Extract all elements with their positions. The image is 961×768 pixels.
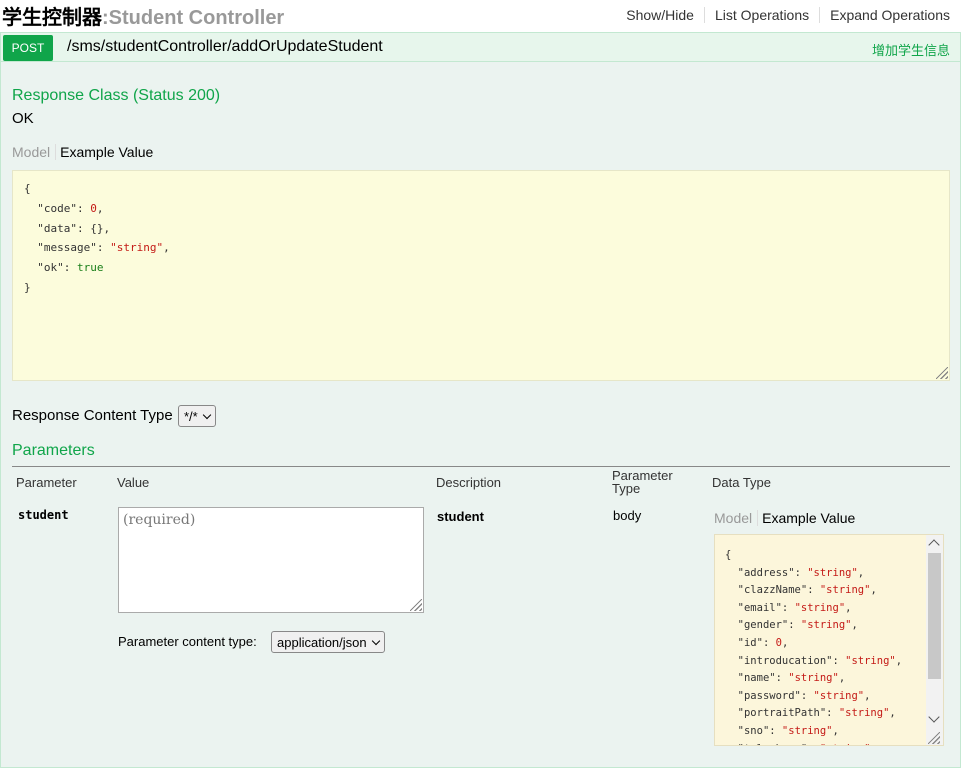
json-key: "introducation" xyxy=(737,654,833,667)
json-line: "name": "string", xyxy=(737,672,846,685)
column-header-description: Description xyxy=(436,475,502,490)
show-hide-link[interactable]: Show/Hide xyxy=(616,7,704,23)
response-model-tabs: Model Example Value xyxy=(12,144,153,160)
json-line: "password": "string", xyxy=(737,689,871,702)
json-value: "string" xyxy=(110,241,164,255)
json-value: "string" xyxy=(788,672,839,685)
column-header-parameter-type: Parameter Type xyxy=(612,469,673,495)
json-line: "sno": "string", xyxy=(737,724,839,737)
response-example-box[interactable]: { "code": 0, "data": {}, "message": "str… xyxy=(12,170,950,381)
json-key: "id" xyxy=(737,636,763,649)
column-header-parameter: Parameter xyxy=(16,475,77,490)
parameter-content-type-select[interactable]: application/json xyxy=(271,631,385,653)
json-line: "address": "string", xyxy=(737,566,865,579)
chevron-down-icon xyxy=(371,636,380,645)
operation-summary[interactable]: 增加学生信息 xyxy=(872,40,950,59)
json-key: "sno" xyxy=(737,724,770,737)
parameter-example-code: { "address": "string", "clazzName": "str… xyxy=(725,547,903,745)
json-value: 0 xyxy=(775,636,782,649)
operation-heading[interactable]: POST /sms/studentController/addOrUpdateS… xyxy=(1,33,960,62)
json-key: "code" xyxy=(37,201,77,215)
parameter-content-type-label: Parameter content type: xyxy=(118,634,257,649)
parameter-example-box[interactable]: { "address": "string", "clazzName": "str… xyxy=(714,534,944,746)
json-value: true xyxy=(77,261,104,275)
resource-header: 学生控制器:Student Controller Show/Hide List … xyxy=(0,0,961,32)
json-line: "clazzName": "string", xyxy=(737,584,877,597)
list-operations-link[interactable]: List Operations xyxy=(703,7,819,23)
parameter-content-type-value: application/json xyxy=(277,634,367,650)
resource-title-cn[interactable]: 学生控制器 xyxy=(2,7,102,29)
json-line: "gender": "string", xyxy=(737,619,858,632)
parameter-name: student xyxy=(18,508,69,522)
json-line: "email": "string", xyxy=(737,601,852,614)
json-line: "data": {}, xyxy=(37,221,111,235)
json-value: "string" xyxy=(800,619,852,632)
json-value: 0 xyxy=(90,201,97,215)
chevron-down-icon xyxy=(202,410,211,419)
resize-handle-icon[interactable] xyxy=(410,599,422,611)
json-value: {} xyxy=(90,221,104,235)
operation-path[interactable]: /sms/studentController/addOrUpdateStuden… xyxy=(67,38,383,56)
json-key: "password" xyxy=(737,689,801,702)
json-key: "name" xyxy=(737,672,776,685)
json-line: "code": 0, xyxy=(37,201,104,215)
json-key: "message" xyxy=(37,241,97,255)
response-class-heading: Response Class (Status 200) xyxy=(12,87,221,104)
column-header-parameter-type-line2: Type xyxy=(612,481,641,496)
json-value: "string" xyxy=(813,689,865,702)
parameter-description: student xyxy=(437,509,484,524)
json-value: "string" xyxy=(838,707,890,720)
json-line: "introducation": "string", xyxy=(737,654,903,667)
json-line: "message": "string", xyxy=(37,241,170,255)
parameters-heading: Parameters xyxy=(12,442,95,459)
http-method-badge[interactable]: POST xyxy=(3,35,53,61)
resize-handle-icon[interactable] xyxy=(928,732,940,744)
json-value: "string" xyxy=(807,566,858,579)
resource-title[interactable]: 学生控制器:Student Controller xyxy=(2,1,284,30)
json-value: "string" xyxy=(781,724,833,737)
parameter-model-tabs: Model Example Value xyxy=(714,510,855,526)
resource-title-en[interactable]: Student Controller xyxy=(109,7,285,29)
scroll-up-icon[interactable] xyxy=(928,539,940,551)
column-header-value: Value xyxy=(117,475,150,490)
json-key: "clazzName" xyxy=(737,584,808,597)
json-key: "ok" xyxy=(37,261,64,275)
response-content-type-value: */* xyxy=(184,408,198,424)
response-content-type-select[interactable]: */* xyxy=(178,405,216,427)
resource-links: Show/Hide List Operations Expand Operati… xyxy=(616,7,950,23)
expand-operations-link[interactable]: Expand Operations xyxy=(819,7,950,23)
parameter-type: body xyxy=(613,508,642,523)
resize-handle-icon[interactable] xyxy=(936,367,948,379)
json-key: "address" xyxy=(737,566,795,579)
model-tab[interactable]: Model xyxy=(714,510,759,526)
response-status-text: OK xyxy=(12,110,34,127)
resource-title-separator: : xyxy=(102,7,109,29)
parameter-value-placeholder: (required) xyxy=(123,512,196,528)
response-content-type-label: Response Content Type xyxy=(12,407,173,424)
json-line: "telephone": "string" xyxy=(725,743,871,745)
json-key: "gender" xyxy=(737,619,789,632)
json-line: "portraitPath": "string", xyxy=(737,707,896,720)
example-value-tab[interactable]: Example Value xyxy=(758,510,855,526)
scrollbar-thumb[interactable] xyxy=(928,553,941,679)
parameter-value-textarea[interactable]: (required) xyxy=(118,507,424,613)
json-value: "string" xyxy=(845,654,896,667)
json-value: "string" xyxy=(794,601,846,614)
column-header-data-type: Data Type xyxy=(712,475,772,490)
json-line: "id": 0, xyxy=(737,636,789,649)
vertical-scrollbar[interactable] xyxy=(926,535,943,745)
scroll-down-icon[interactable] xyxy=(928,711,940,723)
json-line: "ok": true xyxy=(37,261,104,275)
json-value: "string" xyxy=(820,743,871,745)
table-header-divider xyxy=(12,466,950,467)
json-key: "data" xyxy=(37,221,77,235)
json-key: "telephone" xyxy=(738,743,808,745)
json-value: "string" xyxy=(819,584,871,597)
model-tab[interactable]: Model xyxy=(12,144,57,160)
json-key: "portraitPath" xyxy=(737,707,827,720)
json-key: "email" xyxy=(737,601,782,614)
example-value-tab[interactable]: Example Value xyxy=(56,144,153,160)
